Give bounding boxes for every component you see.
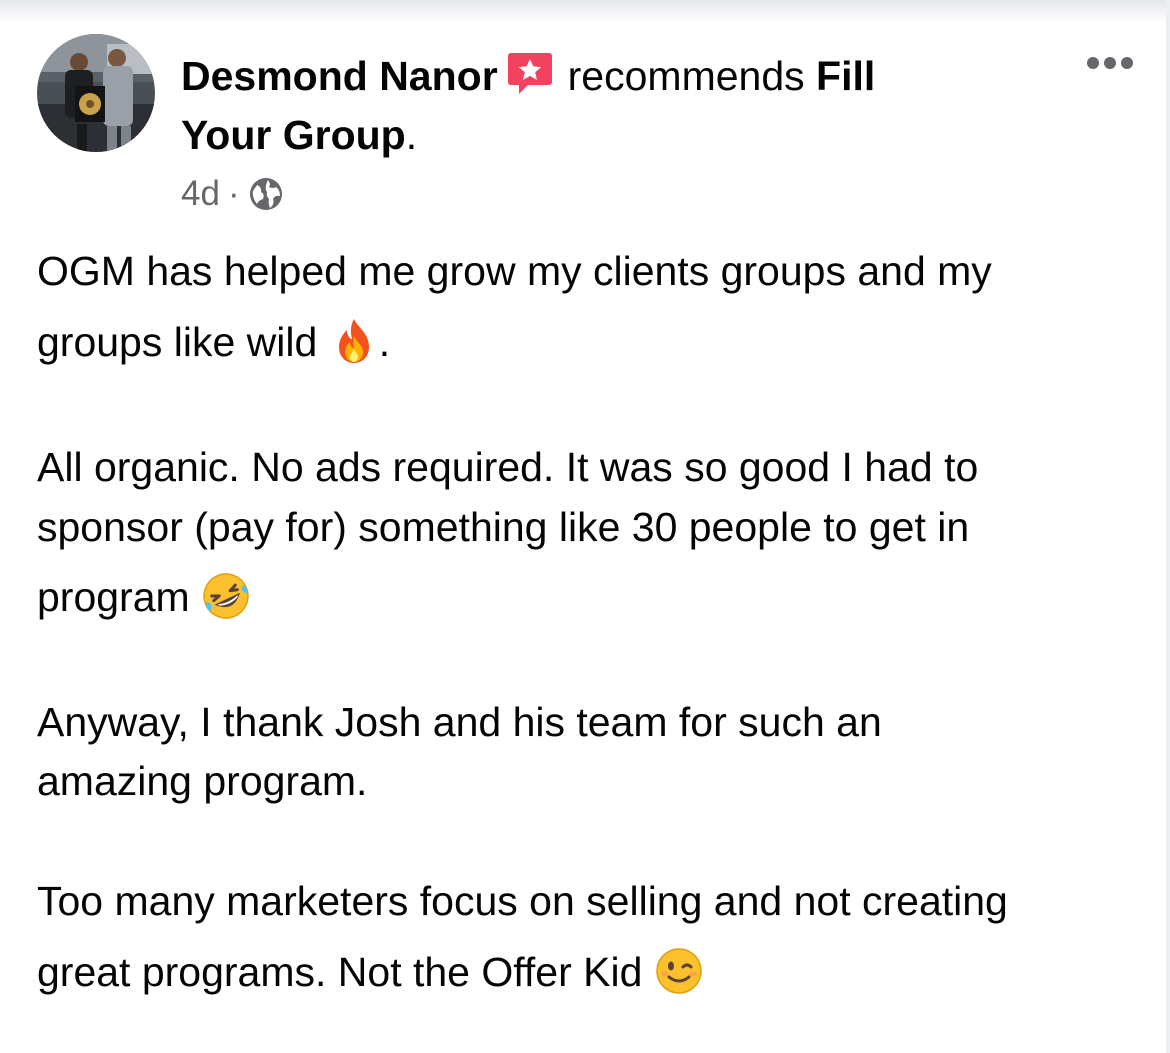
author-name[interactable]: Desmond Nanor: [181, 53, 498, 99]
body-text-end: .: [378, 319, 391, 365]
period: .: [405, 112, 418, 158]
facebook-post: Desmond Nanor recommends Fill Your Group…: [0, 0, 1170, 1053]
post-body-line: sponsor (pay for) something like 30 peop…: [37, 504, 970, 550]
post-header-line-1: Desmond Nanor recommends Fill: [181, 51, 875, 100]
post-body-line: Anyway, I thank Josh and his team for su…: [37, 699, 882, 745]
right-edge: [1166, 0, 1170, 1053]
body-text: great programs. Not the Offer Kid: [37, 949, 643, 995]
timestamp[interactable]: 4d: [181, 174, 220, 213]
body-text: groups like wild: [37, 319, 318, 365]
post-meta: 4d ·: [181, 172, 284, 216]
post-body-line: All organic. No ads required. It was so …: [37, 444, 979, 490]
top-shadow: [0, 0, 1170, 22]
post-header-line-2: Your Group.: [181, 111, 417, 159]
post-body-line: OGM has helped me grow my clients groups…: [37, 248, 992, 294]
post-body-line: amazing program.: [37, 758, 368, 804]
fire-emoji: [329, 316, 379, 366]
author-avatar[interactable]: [37, 34, 155, 152]
more-options-icon[interactable]: [1085, 52, 1135, 74]
rolling-laughing-emoji: [201, 571, 251, 621]
post-body-line: great programs. Not the Offer Kid: [37, 946, 704, 997]
page-name-part-2[interactable]: Your Group: [181, 112, 406, 158]
winking-face-emoji: [654, 946, 704, 996]
recommend-star-icon: [506, 51, 554, 97]
action-text: recommends: [567, 53, 805, 99]
post-body-line: groups like wild .: [37, 316, 390, 367]
post-body-line: Too many marketers focus on selling and …: [37, 878, 1008, 924]
page-name-part-1[interactable]: Fill: [816, 53, 875, 99]
body-text: program: [37, 574, 190, 620]
meta-separator: ·: [227, 174, 240, 213]
post-body-line: program: [37, 571, 251, 622]
globe-icon[interactable]: [248, 176, 284, 212]
